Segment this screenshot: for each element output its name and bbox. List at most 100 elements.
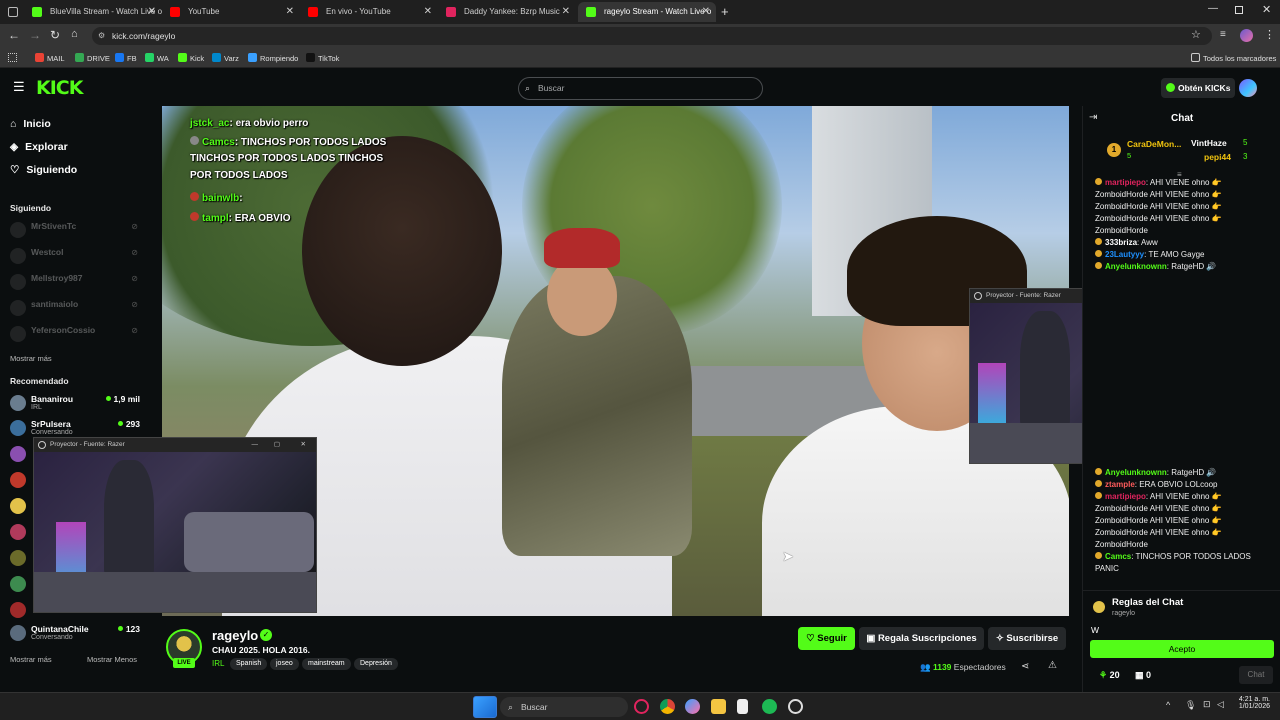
url-input[interactable]: ⚙ kick.com/rageylo xyxy=(92,27,1212,45)
chat-username[interactable]: martipiepo xyxy=(1105,492,1146,501)
chat-username[interactable]: 23Lautyyy xyxy=(1105,250,1144,259)
browser-tab[interactable]: YouTube ✕ xyxy=(162,2,300,22)
show-less-recommended[interactable]: Mostrar Menos xyxy=(87,655,137,664)
site-info-icon[interactable]: ⚙ xyxy=(98,27,105,45)
tag-pill[interactable]: Spanish xyxy=(230,658,268,670)
close-tab-icon[interactable]: ✕ xyxy=(286,2,294,22)
tag-pill[interactable]: mainstream xyxy=(302,658,351,670)
share-icon[interactable]: ⋖ xyxy=(1021,661,1029,672)
close-tab-icon[interactable]: ✕ xyxy=(148,2,156,22)
tray-chevron-icon[interactable]: ^ xyxy=(1166,700,1170,710)
chat-username[interactable]: ztample xyxy=(1105,480,1135,489)
browser-tab[interactable]: BlueVilla Stream - Watch Live o ✕ xyxy=(24,2,162,22)
chat-username[interactable]: Camcs xyxy=(1105,552,1131,561)
new-tab-button[interactable]: + xyxy=(721,4,729,19)
close-window-button[interactable]: ✕ xyxy=(1262,3,1271,16)
following-channel[interactable]: Mellstroy987 ⊘ xyxy=(10,272,140,292)
close-button[interactable]: ✕ xyxy=(301,438,306,452)
gifter-name[interactable]: CaraDeMon... xyxy=(1127,139,1181,149)
profile-avatar[interactable] xyxy=(1240,29,1253,42)
report-icon[interactable]: ⚠ xyxy=(1048,660,1057,671)
tag-pill[interactable]: joseo xyxy=(270,658,299,670)
gifter-name[interactable]: VintHaze xyxy=(1191,138,1227,148)
show-more-recommended[interactable]: Mostrar más xyxy=(10,655,52,664)
bookmark-item[interactable]: Varz xyxy=(212,53,239,63)
bookmark-item[interactable]: DRIVE xyxy=(75,53,110,63)
avatar[interactable] xyxy=(10,498,26,514)
get-kicks-button[interactable]: Obtén KICKs xyxy=(1161,78,1235,98)
avatar[interactable] xyxy=(10,446,26,462)
bookmark-item[interactable]: MAIL xyxy=(35,53,65,63)
browser-tab[interactable]: En vivo - YouTube ✕ xyxy=(300,2,438,22)
avatar[interactable] xyxy=(10,524,26,540)
bookmark-star-icon[interactable]: ☆ xyxy=(1191,28,1201,41)
gift-counter[interactable]: ▦ 0 xyxy=(1135,670,1151,681)
bookmark-item[interactable]: TikTok xyxy=(306,53,339,63)
channel-name[interactable]: rageylo xyxy=(212,628,258,643)
following-channel[interactable]: MrStivenTc ⊘ xyxy=(10,220,140,240)
avatar[interactable] xyxy=(10,602,26,618)
clock[interactable]: 4:21 a. m. 1/01/2026 xyxy=(1234,696,1270,710)
user-avatar[interactable] xyxy=(1239,79,1257,97)
nav-following[interactable]: ♡ Siguiendo xyxy=(10,164,77,176)
chat-username[interactable]: martipiepo xyxy=(1105,178,1146,187)
recommended-channel[interactable]: QuintanaChile Conversando 123 xyxy=(10,623,140,643)
subscribe-button[interactable]: ✧ Suscribirse xyxy=(988,627,1066,650)
home-icon[interactable]: ⌂ xyxy=(71,28,78,40)
close-tab-icon[interactable]: ✕ xyxy=(562,2,570,22)
start-button[interactable] xyxy=(473,696,497,718)
avatar[interactable] xyxy=(10,550,26,566)
bookmark-item[interactable]: Rompiendo xyxy=(248,53,298,63)
volume-icon[interactable]: ◁ xyxy=(1217,699,1224,710)
following-channel[interactable]: YefersonCossio ⊘ xyxy=(10,324,140,344)
projector-window[interactable]: Proyector - Fuente: Razer — ▢ ✕ xyxy=(33,437,317,613)
gifter-name[interactable]: pepi44 xyxy=(1204,152,1231,162)
accept-rules-button[interactable]: Acepto xyxy=(1090,640,1274,658)
avatar[interactable] xyxy=(10,472,26,488)
minimize-button[interactable]: — xyxy=(252,438,259,452)
search-input[interactable]: ⌕ Buscar xyxy=(518,77,763,100)
show-more-following[interactable]: Mostrar más xyxy=(10,354,52,363)
gift-subs-button[interactable]: ▣ Regala Suscripciones xyxy=(859,627,984,650)
recommended-channel[interactable]: Bananirou IRL 1,9 mil xyxy=(10,393,140,413)
mic-icon[interactable]: 🎙 xyxy=(1185,700,1196,711)
obs-taskbar-icon[interactable] xyxy=(788,699,803,714)
follow-button[interactable]: ♡ Seguir xyxy=(798,627,855,650)
network-icon[interactable]: ⊡ xyxy=(1203,699,1211,710)
kick-logo[interactable]: KICK xyxy=(36,77,83,99)
spotify-icon[interactable] xyxy=(762,699,777,714)
menu-kebab-icon[interactable]: ⋮ xyxy=(1264,28,1275,41)
browser-tab[interactable]: Daddy Yankee: Bzrp Music ✕ xyxy=(438,2,576,22)
reload-icon[interactable]: ↻ xyxy=(50,28,60,42)
close-tab-icon[interactable]: ✕ xyxy=(424,2,432,22)
copilot-icon[interactable] xyxy=(685,699,700,714)
projector-titlebar[interactable]: Proyector - Fuente: Razer — ▢ ✕ xyxy=(34,438,316,452)
close-tab-icon[interactable]: ✕ xyxy=(702,2,710,22)
collapse-chat-icon[interactable]: ⇥ xyxy=(1089,112,1097,123)
tag-pill[interactable]: Depresión xyxy=(354,658,398,670)
bookmark-item[interactable]: FB xyxy=(115,53,137,63)
maximize-button[interactable] xyxy=(1235,6,1243,14)
document-icon[interactable] xyxy=(737,699,748,714)
nav-explore[interactable]: ◈ Explorar xyxy=(10,141,68,153)
file-explorer-icon[interactable] xyxy=(711,699,726,714)
chat-username[interactable]: Anyelunknownn xyxy=(1105,262,1167,271)
hamburger-menu-icon[interactable]: ☰ xyxy=(13,79,25,95)
bookmark-item[interactable]: Kick xyxy=(178,53,204,63)
forward-icon[interactable]: → xyxy=(29,28,41,42)
tab-grid-icon[interactable] xyxy=(8,7,18,17)
bookmark-item[interactable]: WA xyxy=(145,53,169,63)
following-channel[interactable]: Westcol ⊘ xyxy=(10,246,140,266)
taskbar-search[interactable]: ⌕ Buscar xyxy=(500,697,628,717)
opera-icon[interactable] xyxy=(634,699,649,714)
back-icon[interactable]: ← xyxy=(8,28,20,42)
kicks-counter[interactable]: ⚘ 20 xyxy=(1099,670,1120,681)
all-bookmarks[interactable]: Todos los marcadores xyxy=(1191,53,1276,63)
avatar[interactable] xyxy=(10,576,26,592)
following-channel[interactable]: santimaiolo ⊘ xyxy=(10,298,140,318)
nav-home[interactable]: ⌂ Inicio xyxy=(10,118,51,130)
stream-category[interactable]: IRL xyxy=(212,659,224,668)
chat-username[interactable]: 333briza xyxy=(1105,238,1137,247)
minimize-button[interactable]: — xyxy=(1208,3,1218,14)
recommended-channel[interactable]: SrPulsera Conversando 293 xyxy=(10,418,140,438)
